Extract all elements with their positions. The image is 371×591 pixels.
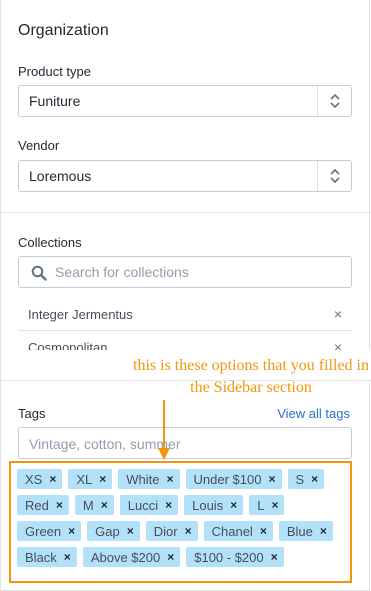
tag-chip: S × xyxy=(287,469,325,489)
remove-tag-icon[interactable]: × xyxy=(268,472,275,486)
tag-chip: M × xyxy=(74,495,114,515)
tag-label: $100 - $200 xyxy=(194,549,264,565)
remove-tag-icon[interactable]: × xyxy=(185,524,192,538)
tag-label: Louis xyxy=(192,497,224,513)
select-arrows-icon xyxy=(317,86,351,116)
tag-label: Dior xyxy=(153,523,178,539)
tag-label: S xyxy=(295,471,305,487)
organization-panel: Organization Product type Funiture Vendo… xyxy=(0,0,371,591)
remove-tag-icon[interactable]: × xyxy=(68,524,75,538)
remove-tag-icon[interactable]: × xyxy=(271,550,278,564)
product-type-select[interactable]: Funiture xyxy=(18,85,352,117)
remove-tag-icon[interactable]: × xyxy=(320,524,327,538)
tag-label: White xyxy=(126,471,160,487)
collection-item: Integer Jermentus × xyxy=(18,298,352,331)
view-all-tags-link[interactable]: View all tags xyxy=(277,406,350,421)
collections-search-input[interactable] xyxy=(55,262,335,282)
select-arrows-icon xyxy=(317,161,351,191)
tag-chip: Black × xyxy=(17,547,77,567)
remove-tag-icon[interactable]: × xyxy=(165,498,172,512)
tag-label: Red xyxy=(25,497,49,513)
tag-row: Black × Above $200 × $100 - $200 × xyxy=(17,547,333,567)
tag-label: Gap xyxy=(95,523,120,539)
remove-tag-icon[interactable]: × xyxy=(167,472,174,486)
remove-tag-icon[interactable]: × xyxy=(49,472,56,486)
tag-chip: $100 - $200 × xyxy=(186,547,284,567)
tag-chip: XL × xyxy=(68,469,113,489)
tag-label: Black xyxy=(25,549,57,565)
tags-label: Tags xyxy=(18,406,46,421)
remove-tag-icon[interactable]: × xyxy=(56,498,63,512)
tag-chip: Under $100 × xyxy=(185,469,282,489)
annotation-line-1: this is these options that you filled in xyxy=(133,357,369,374)
tag-label: Green xyxy=(25,523,62,539)
tag-label: Under $100 xyxy=(193,471,262,487)
tag-chip: Chanel × xyxy=(203,521,273,541)
tag-chip: Louis × xyxy=(184,495,244,515)
remove-tag-icon[interactable]: × xyxy=(99,472,106,486)
remove-tag-icon[interactable]: × xyxy=(271,498,278,512)
remove-tag-icon[interactable]: × xyxy=(101,498,108,512)
tag-chip: Red × xyxy=(17,495,69,515)
annotation-line-2: the Sidebar section xyxy=(190,379,312,396)
tag-chip: Green × xyxy=(17,521,82,541)
tag-row: XS × XL × White × Under $100 × S × xyxy=(17,469,333,489)
tag-row: Red × M × Lucci × Louis × L × xyxy=(17,495,333,515)
tag-label: Lucci xyxy=(127,497,159,513)
tag-label: Blue xyxy=(286,523,313,539)
tag-label: L xyxy=(257,497,265,513)
remove-tag-icon[interactable]: × xyxy=(127,524,134,538)
tag-chip: Dior × xyxy=(145,521,198,541)
tag-chip: XS × xyxy=(17,469,63,489)
search-icon xyxy=(31,265,47,286)
tag-chip: Lucci × xyxy=(119,495,179,515)
collections-search[interactable] xyxy=(18,256,352,288)
remove-tag-icon[interactable]: × xyxy=(230,498,237,512)
remove-tag-icon[interactable]: × xyxy=(311,472,318,486)
tag-label: M xyxy=(82,497,94,513)
tags-input-box[interactable] xyxy=(18,427,352,459)
tag-chip: Blue × xyxy=(278,521,333,541)
collections-label: Collections xyxy=(18,235,82,250)
divider xyxy=(1,212,371,213)
vendor-select[interactable]: Loremous xyxy=(18,160,352,192)
tag-label: XS xyxy=(25,471,43,487)
vendor-value: Loremous xyxy=(29,168,92,184)
collection-name: Integer Jermentus xyxy=(28,307,133,322)
vendor-label: Vendor xyxy=(18,138,60,153)
remove-tag-icon[interactable]: × xyxy=(64,550,71,564)
remove-tag-icon[interactable]: × xyxy=(167,550,174,564)
tag-label: Chanel xyxy=(211,523,253,539)
annotation-arrow-icon xyxy=(158,400,170,460)
tags-input[interactable] xyxy=(29,434,339,454)
tag-row: Green × Gap × Dior × Chanel × Blue × xyxy=(17,521,333,541)
remove-tag-icon[interactable]: × xyxy=(260,524,267,538)
product-type-label: Product type xyxy=(18,64,91,79)
tag-label: XL xyxy=(76,471,93,487)
tag-list: XS × XL × White × Under $100 × S × Red × M × Lucci × Lou… xyxy=(17,469,333,573)
tag-chip: L × xyxy=(249,495,285,515)
tag-chip: White × xyxy=(118,469,180,489)
close-icon[interactable]: × xyxy=(334,306,342,322)
tag-chip: Above $200 × xyxy=(82,547,181,567)
tag-chip: Gap × xyxy=(87,521,140,541)
section-title: Organization xyxy=(18,22,109,39)
product-type-value: Funiture xyxy=(29,93,81,109)
tag-label: Above $200 xyxy=(90,549,161,565)
